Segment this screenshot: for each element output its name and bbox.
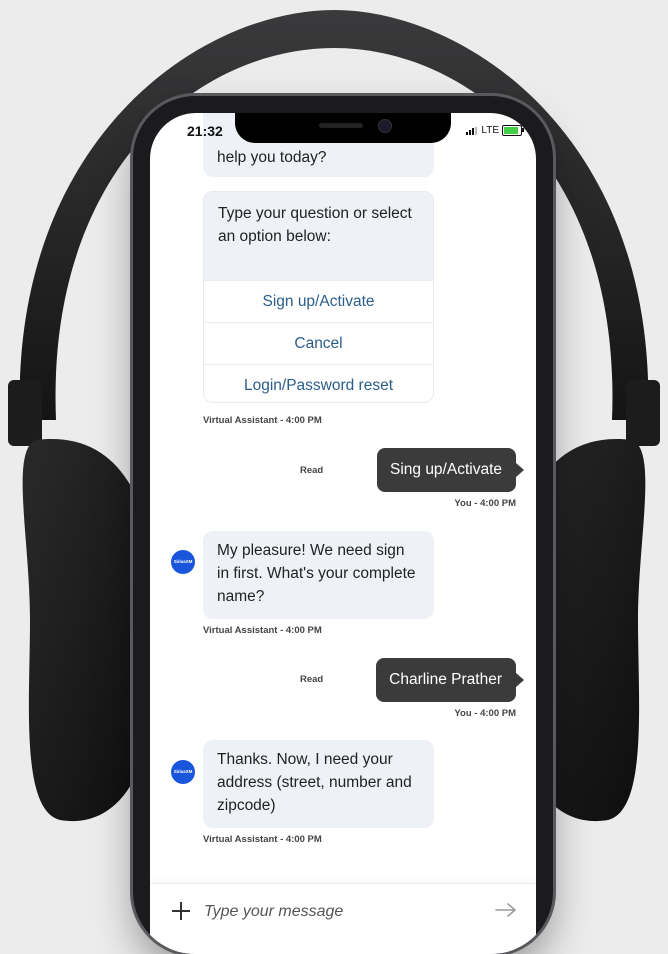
status-time: 21:32 (187, 123, 223, 139)
message-meta: Virtual Assistant - 4:00 PM (203, 625, 322, 636)
partial-message-text: help you today? (217, 149, 327, 166)
chat-area[interactable]: help you today? Type your question or se… (150, 113, 536, 884)
option-sign-up-activate[interactable]: Sign up/Activate (204, 280, 433, 322)
read-receipt: Read (300, 674, 324, 685)
send-arrow-icon[interactable] (495, 902, 517, 918)
read-receipt: Read (300, 465, 324, 476)
network-label: LTE (481, 125, 499, 136)
status-indicators: LTE (466, 125, 524, 136)
phone-screen: 21:32 LTE help you today? Type your ques… (150, 113, 536, 954)
message-meta: You - 4:00 PM (454, 498, 516, 509)
message-composer (150, 883, 536, 954)
options-card-text: Type your question or select an option b… (204, 192, 433, 280)
assistant-avatar: SiriusXM (171, 760, 195, 784)
user-message: Charline Prather (376, 658, 524, 702)
assistant-avatar: SiriusXM (171, 550, 195, 574)
bot-message: Thanks. Now, I need your address (street… (203, 740, 434, 828)
message-input[interactable] (202, 898, 466, 926)
message-meta: Virtual Assistant - 4:00 PM (203, 834, 322, 845)
options-card: Type your question or select an option b… (203, 191, 434, 403)
phone-frame: 21:32 LTE help you today? Type your ques… (133, 96, 553, 954)
speaker-grille (319, 123, 363, 128)
message-meta: Virtual Assistant - 4:00 PM (203, 415, 322, 426)
user-message: Sing up/Activate (376, 448, 525, 492)
message-meta: You - 4:00 PM (454, 708, 516, 719)
notch (235, 113, 451, 143)
battery-icon (502, 125, 524, 136)
option-cancel[interactable]: Cancel (204, 322, 433, 364)
plus-icon[interactable] (171, 901, 191, 921)
option-login-password-reset[interactable]: Login/Password reset (204, 364, 433, 402)
bot-message: My pleasure! We need sign in first. What… (203, 531, 434, 619)
signal-icon (466, 126, 478, 135)
camera-icon (378, 119, 392, 133)
